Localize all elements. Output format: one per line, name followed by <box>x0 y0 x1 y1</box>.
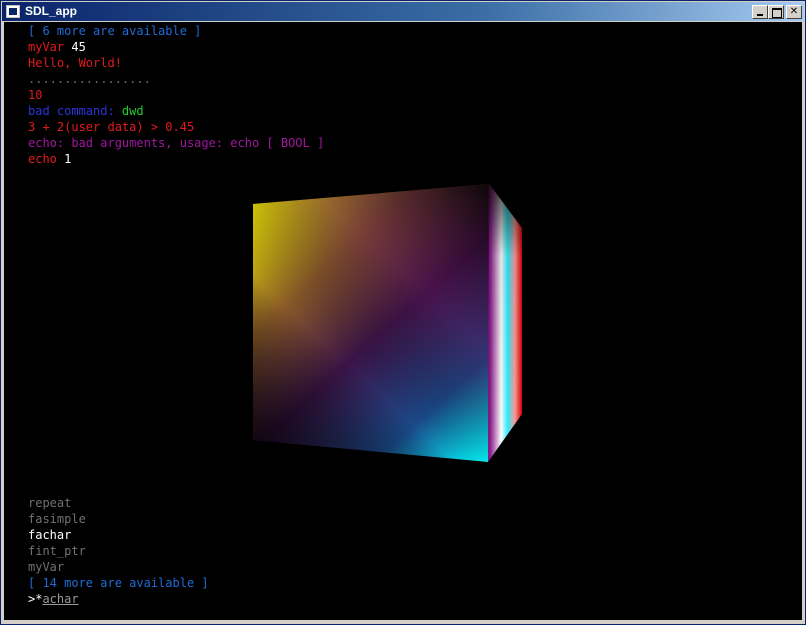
console-text: echo: bad arguments, usage: echo [ BOOL … <box>28 136 325 150</box>
console-value: 1 <box>64 152 72 166</box>
cube-front-shade <box>253 184 489 462</box>
console-value: 45 <box>71 40 86 54</box>
console-text: 3 + 2(user data) > 0.45 <box>28 120 195 134</box>
app-icon[interactable] <box>6 5 20 18</box>
prompt-symbol: >* <box>28 592 43 606</box>
console-text: 10 <box>28 88 43 102</box>
suggestion-label: fachar <box>28 528 72 542</box>
suggestion-item[interactable]: fint_ptr <box>28 543 86 559</box>
console-line: echo 1 <box>28 151 71 167</box>
input-text[interactable]: achar <box>42 592 78 606</box>
console-line: echo: bad arguments, usage: echo [ BOOL … <box>28 135 324 151</box>
console-text: [ 6 more are available ] <box>28 24 202 38</box>
console-input[interactable]: >*achar <box>28 591 79 607</box>
suggestion-item[interactable]: fasimple <box>28 511 86 527</box>
console-text: myVar <box>28 40 72 54</box>
suggestion-item[interactable]: repeat <box>28 495 71 511</box>
console-line: Hello, World! <box>28 55 122 71</box>
window-title: SDL_app <box>25 4 78 18</box>
suggestion-item-selected[interactable]: fachar <box>28 527 71 543</box>
console-line: [ 6 more are available ] <box>28 23 201 39</box>
console-line: ................. <box>28 71 151 87</box>
render-viewport[interactable]: [ 6 more are available ] myVar 45 Hello,… <box>4 22 802 620</box>
sdl-app-window: SDL_app ✕ [6 more are available] myVar… <box>0 0 806 625</box>
console-line: bad command: dwd <box>28 103 144 119</box>
suggestion-label: myVar <box>28 560 65 574</box>
minimize-button[interactable] <box>752 5 768 19</box>
suggestion-label: fint_ptr <box>28 544 86 558</box>
console-text: echo <box>28 152 65 166</box>
more-available-note: [ 14 more are available ] <box>28 575 209 591</box>
console-text: Hello, World! <box>28 56 122 70</box>
suggestion-label: repeat <box>28 496 72 510</box>
suggestion-item[interactable]: myVar <box>28 559 64 575</box>
console-line: 10 <box>28 87 42 103</box>
more-available-text: [ 14 more are available ] <box>28 576 209 590</box>
console-text: bad command: <box>28 104 122 118</box>
console-separator: ................. <box>28 72 151 86</box>
console-value: dwd <box>121 104 144 118</box>
cube-side-shade <box>488 184 522 462</box>
suggestion-label: fasimple <box>28 512 86 526</box>
console-line: 3 + 2(user data) > 0.45 <box>28 119 194 135</box>
maximize-button[interactable] <box>768 5 784 19</box>
console-line: myVar 45 <box>28 39 86 55</box>
close-button[interactable] <box>786 5 802 19</box>
title-bar[interactable]: SDL_app <box>2 2 804 21</box>
